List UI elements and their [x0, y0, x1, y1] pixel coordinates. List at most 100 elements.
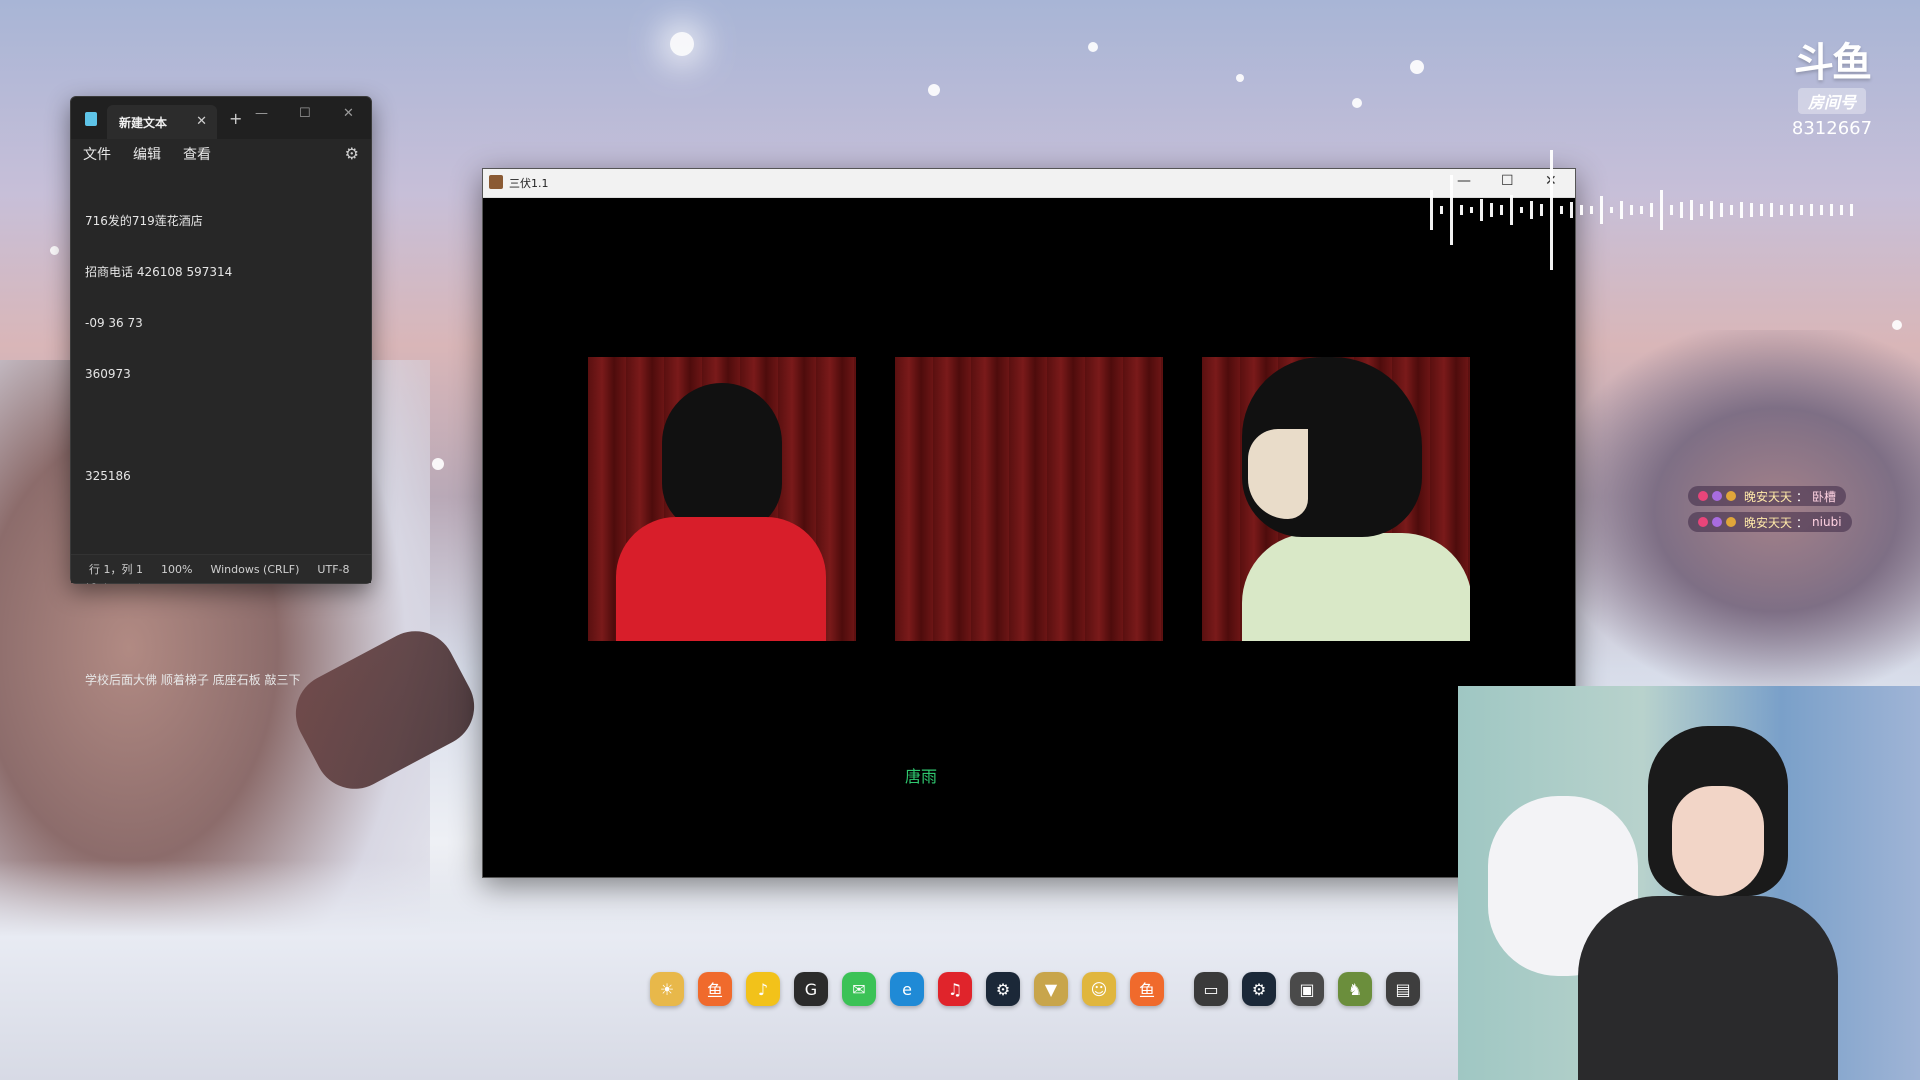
raccoon-app-icon[interactable]: ☺	[1082, 972, 1116, 1006]
game-title: 三伏1.1	[509, 177, 549, 190]
snowflake	[928, 84, 940, 96]
audio-bar	[1740, 202, 1743, 218]
audio-bar	[1810, 204, 1813, 216]
room-id: 8312667	[1791, 118, 1873, 139]
notepad-text-area[interactable]: 716发的719莲花酒店 招商电话 426108 597314 -09 36 7…	[71, 169, 371, 733]
close-icon[interactable]: ✕	[343, 106, 354, 121]
wallpaper-cliff-right	[1560, 330, 1920, 690]
weather-app-icon[interactable]: ☀	[650, 972, 684, 1006]
audio-bar	[1680, 202, 1683, 218]
notepad-titlebar[interactable]: 新建文本 ✕ + — ☐ ✕	[71, 97, 371, 139]
danmaku-separator: ：	[1796, 489, 1809, 504]
douyu-app-icon[interactable]: 鱼	[698, 972, 732, 1006]
audio-bar	[1560, 206, 1563, 214]
danmaku-user: 晚安天天	[1744, 515, 1793, 530]
minimize-icon[interactable]: —	[255, 106, 268, 121]
audio-bar	[1580, 205, 1583, 215]
text-line: 360973	[85, 367, 131, 381]
audio-bar	[1690, 200, 1693, 220]
audio-bar	[1650, 203, 1653, 217]
text-line: 716发的719莲花酒店	[85, 214, 203, 228]
game-titlebar[interactable]: 三伏1.1 — ☐ ✕	[483, 169, 1575, 198]
streamer-body	[1578, 896, 1838, 1080]
maximize-icon[interactable]: ☐	[299, 106, 311, 121]
audio-bar	[1770, 203, 1773, 217]
audio-bar	[1430, 190, 1433, 230]
level-badge-icon	[1712, 491, 1722, 501]
audio-bar	[1470, 207, 1473, 213]
snowflake	[1236, 74, 1244, 82]
notepad-tab[interactable]: 新建文本 ✕	[107, 105, 217, 139]
snowflake	[670, 32, 694, 56]
audio-bar	[1830, 204, 1833, 216]
snowflake	[1352, 98, 1362, 108]
close-tab-icon[interactable]: ✕	[196, 114, 207, 129]
audio-bar	[1660, 190, 1663, 230]
scene-panel-left	[588, 357, 856, 641]
level-badge-icon	[1712, 517, 1722, 527]
notepad-statusbar: 行 1，列 1 100% Windows (CRLF) UTF-8	[71, 554, 371, 583]
douyu-logo: 斗鱼	[1794, 40, 1872, 86]
noble-badge-icon	[1726, 517, 1736, 527]
text-line	[85, 519, 357, 536]
new-tab-icon[interactable]: +	[229, 109, 242, 128]
danmaku-message: 晚安天天 ： 卧槽	[1688, 486, 1847, 506]
text-line: 招商电话 426108 597314	[85, 265, 233, 279]
danmaku-text: 卧槽	[1812, 489, 1837, 504]
edge-browser-icon[interactable]: e	[890, 972, 924, 1006]
audio-bar	[1730, 205, 1733, 215]
game-character-icon[interactable]: ♞	[1338, 972, 1372, 1006]
audio-bar	[1840, 205, 1843, 215]
taskbar-dock: ☀ 鱼 ♪ G ✉ e ♫ ⚙ ▼ ☺ 鱼 ▭ ⚙ ▣ ♞ ▤	[650, 968, 1434, 1010]
cursor-position: 行 1，列 1	[89, 563, 143, 576]
audio-bar	[1490, 203, 1493, 217]
snowflake	[1892, 320, 1902, 330]
audio-bar	[1530, 201, 1533, 219]
audio-bar	[1590, 206, 1593, 214]
steam-icon[interactable]: ⚙	[986, 972, 1020, 1006]
text-line	[85, 621, 357, 638]
audio-bar	[1610, 207, 1613, 213]
danmaku-message: 晚安天天 ： niubi	[1688, 512, 1852, 532]
display-app-icon[interactable]: ▣	[1290, 972, 1324, 1006]
netease-music-icon[interactable]: ♫	[938, 972, 972, 1006]
monitor-icon[interactable]: ▭	[1194, 972, 1228, 1006]
taskview-icon[interactable]: ▤	[1386, 972, 1420, 1006]
audio-bar	[1620, 201, 1623, 219]
character-hair	[662, 383, 782, 533]
obs-like-icon[interactable]: G	[794, 972, 828, 1006]
gear-icon[interactable]: ⚙	[345, 144, 359, 163]
character-red-coat	[616, 517, 826, 641]
audio-bar	[1460, 205, 1463, 215]
audio-bar	[1710, 201, 1713, 219]
game-app-icon	[489, 175, 503, 189]
menu-file[interactable]: 文件	[83, 144, 111, 164]
audio-bar	[1850, 204, 1853, 216]
audio-bar	[1700, 204, 1703, 216]
snowflake	[50, 246, 59, 255]
audio-bar	[1510, 195, 1513, 225]
audio-visualizer	[1430, 140, 1900, 280]
menu-edit[interactable]: 编辑	[133, 144, 161, 164]
menu-view[interactable]: 查看	[183, 144, 211, 164]
audio-bar	[1670, 205, 1673, 215]
snowflake	[1410, 60, 1424, 74]
qq-music-icon[interactable]: ♪	[746, 972, 780, 1006]
audio-bar	[1800, 205, 1803, 215]
game-window[interactable]: 三伏1.1 — ☐ ✕ 唐雨	[482, 168, 1576, 878]
audio-bar	[1600, 196, 1603, 224]
audio-bar	[1570, 202, 1573, 218]
audio-bar	[1520, 207, 1523, 213]
danmaku-user: 晚安天天	[1744, 489, 1793, 504]
steam-icon-2[interactable]: ⚙	[1242, 972, 1276, 1006]
wechat-icon[interactable]: ✉	[842, 972, 876, 1006]
audio-bar	[1750, 203, 1753, 217]
text-line: 325186	[85, 469, 131, 483]
text-line: -09 36 73	[85, 316, 143, 330]
notepad-window[interactable]: 新建文本 ✕ + — ☐ ✕ 文件 编辑 查看 ⚙ 716发的719莲花酒店 招…	[70, 96, 372, 687]
game-emblem-icon[interactable]: ▼	[1034, 972, 1068, 1006]
audio-bar	[1720, 203, 1723, 217]
audio-bar	[1820, 205, 1823, 215]
room-label: 房间号	[1797, 88, 1866, 114]
douyu-live-icon[interactable]: 鱼	[1130, 972, 1164, 1006]
